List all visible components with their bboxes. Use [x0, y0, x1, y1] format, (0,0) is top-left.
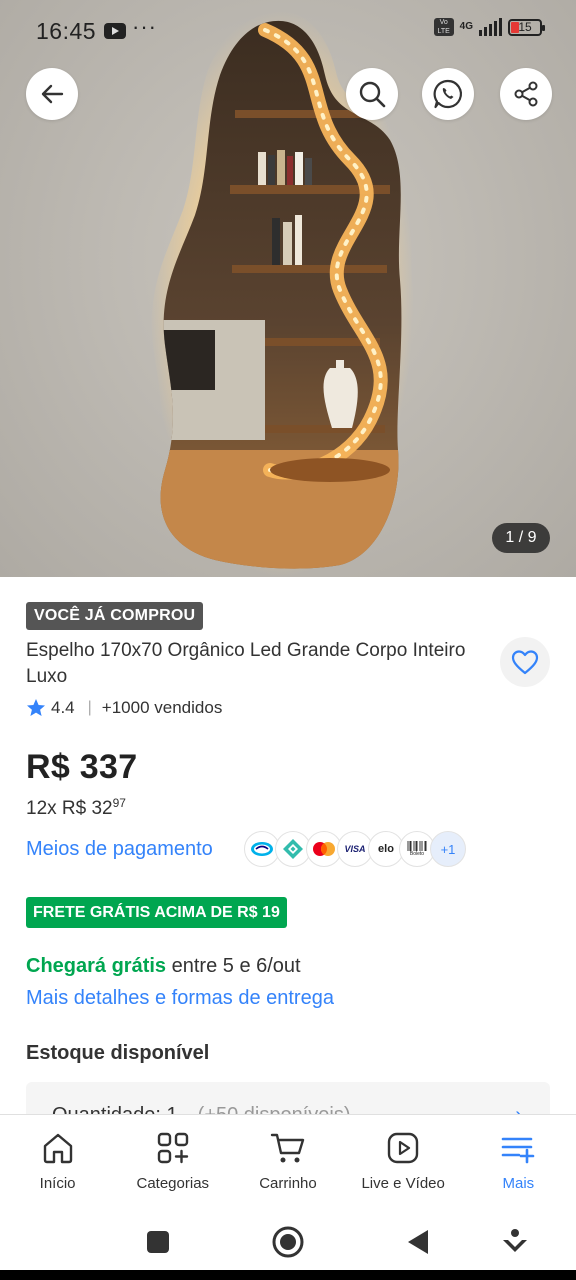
stock-title: Estoque disponível [26, 1042, 210, 1064]
play-icon [384, 1129, 422, 1167]
already-bought-badge: VOCÊ JÁ COMPROU [26, 602, 204, 630]
screen-bottom-edge [0, 1270, 576, 1280]
cart-icon [269, 1129, 307, 1167]
nav-label: Live e Vídeo [361, 1175, 445, 1192]
product-title: Espelho 170x70 Orgânico Led Grande Corpo… [26, 640, 466, 687]
arrival-estimate: Chegará grátis entre 5 e 6/out [26, 955, 301, 978]
nav-label: Mais [502, 1175, 535, 1192]
battery-icon: 15 [508, 18, 545, 36]
product-photo [148, 10, 414, 577]
sold-count: +1000 vendidos [101, 698, 223, 717]
heart-icon [511, 650, 539, 675]
status-bar: 16:45 ··· Vo LTE 4G 15 [0, 0, 576, 62]
nav-item-live-video[interactable]: Live e Vídeo [346, 1115, 461, 1211]
volte-icon: Vo LTE [433, 18, 454, 36]
more-notifications-icon: ··· [132, 14, 157, 39]
image-counter: 1 / 9 [492, 523, 550, 553]
installment-cents: 97 [112, 796, 126, 810]
whatsapp-share-button[interactable] [422, 68, 474, 120]
menu-plus-icon [499, 1129, 537, 1167]
free-shipping-badge: FRETE GRÁTIS ACIMA DE R$ 19 [26, 897, 287, 928]
status-indicators: Vo LTE 4G 15 [433, 18, 545, 36]
back-system-button[interactable] [400, 1224, 436, 1260]
search-icon [359, 81, 386, 108]
back-button[interactable] [26, 68, 78, 120]
home-system-button[interactable] [270, 1224, 306, 1260]
installments: 12x R$ 3297 [26, 796, 126, 820]
delivery-details-link[interactable]: Mais detalhes e formas de entrega [26, 987, 334, 1010]
divider: | [87, 699, 92, 716]
arrival-dates: entre 5 e 6/out [166, 955, 301, 977]
nav-label: Carrinho [259, 1175, 317, 1192]
system-navigation-bar [0, 1210, 576, 1272]
star-icon [27, 699, 45, 716]
more-payment-methods[interactable]: +1 [430, 831, 466, 867]
square-icon [147, 1231, 169, 1253]
categories-icon [154, 1129, 192, 1167]
nav-label: Início [39, 1175, 76, 1192]
circle-icon [272, 1226, 304, 1258]
nav-item-mais[interactable]: Mais [461, 1115, 576, 1211]
recents-button[interactable] [140, 1224, 176, 1260]
payment-methods-icons[interactable]: VISA elo Boleto +1 [244, 831, 466, 867]
share-button[interactable] [500, 68, 552, 120]
assistant-icon [503, 1229, 527, 1252]
arrow-left-icon [41, 84, 64, 104]
product-image-gallery[interactable]: 16:45 ··· Vo LTE 4G 15 1 / 9 [0, 0, 576, 577]
nav-label: Categorias [136, 1175, 210, 1192]
rating-row[interactable]: 4.4 | +1000 vendidos [26, 697, 222, 719]
boleto-label: Boleto [409, 851, 425, 857]
search-button[interactable] [346, 68, 398, 120]
price: R$ 337 [26, 748, 138, 786]
favorite-button[interactable] [500, 637, 550, 687]
installment-amount: 12x R$ 32 [26, 798, 113, 819]
battery-level: 15 [518, 19, 532, 34]
home-icon [39, 1129, 77, 1167]
network-type: 4G [459, 21, 473, 32]
share-icon [514, 81, 538, 107]
whatsapp-icon [433, 79, 462, 109]
bottom-navigation: Início Categorias Carrinho Live e Vídeo … [0, 1114, 576, 1210]
assistant-button[interactable] [497, 1224, 533, 1260]
status-time: 16:45 [36, 18, 97, 44]
payment-methods-link[interactable]: Meios de pagamento [26, 838, 213, 861]
rating-value: 4.4 [51, 698, 75, 717]
triangle-back-icon [408, 1230, 428, 1254]
signal-icon [479, 18, 502, 36]
nav-item-carrinho[interactable]: Carrinho [230, 1115, 345, 1211]
nav-item-inicio[interactable]: Início [0, 1115, 115, 1211]
nav-item-categorias[interactable]: Categorias [115, 1115, 230, 1211]
arrival-free-label: Chegará grátis [26, 955, 167, 977]
youtube-notification-icon [104, 23, 126, 39]
